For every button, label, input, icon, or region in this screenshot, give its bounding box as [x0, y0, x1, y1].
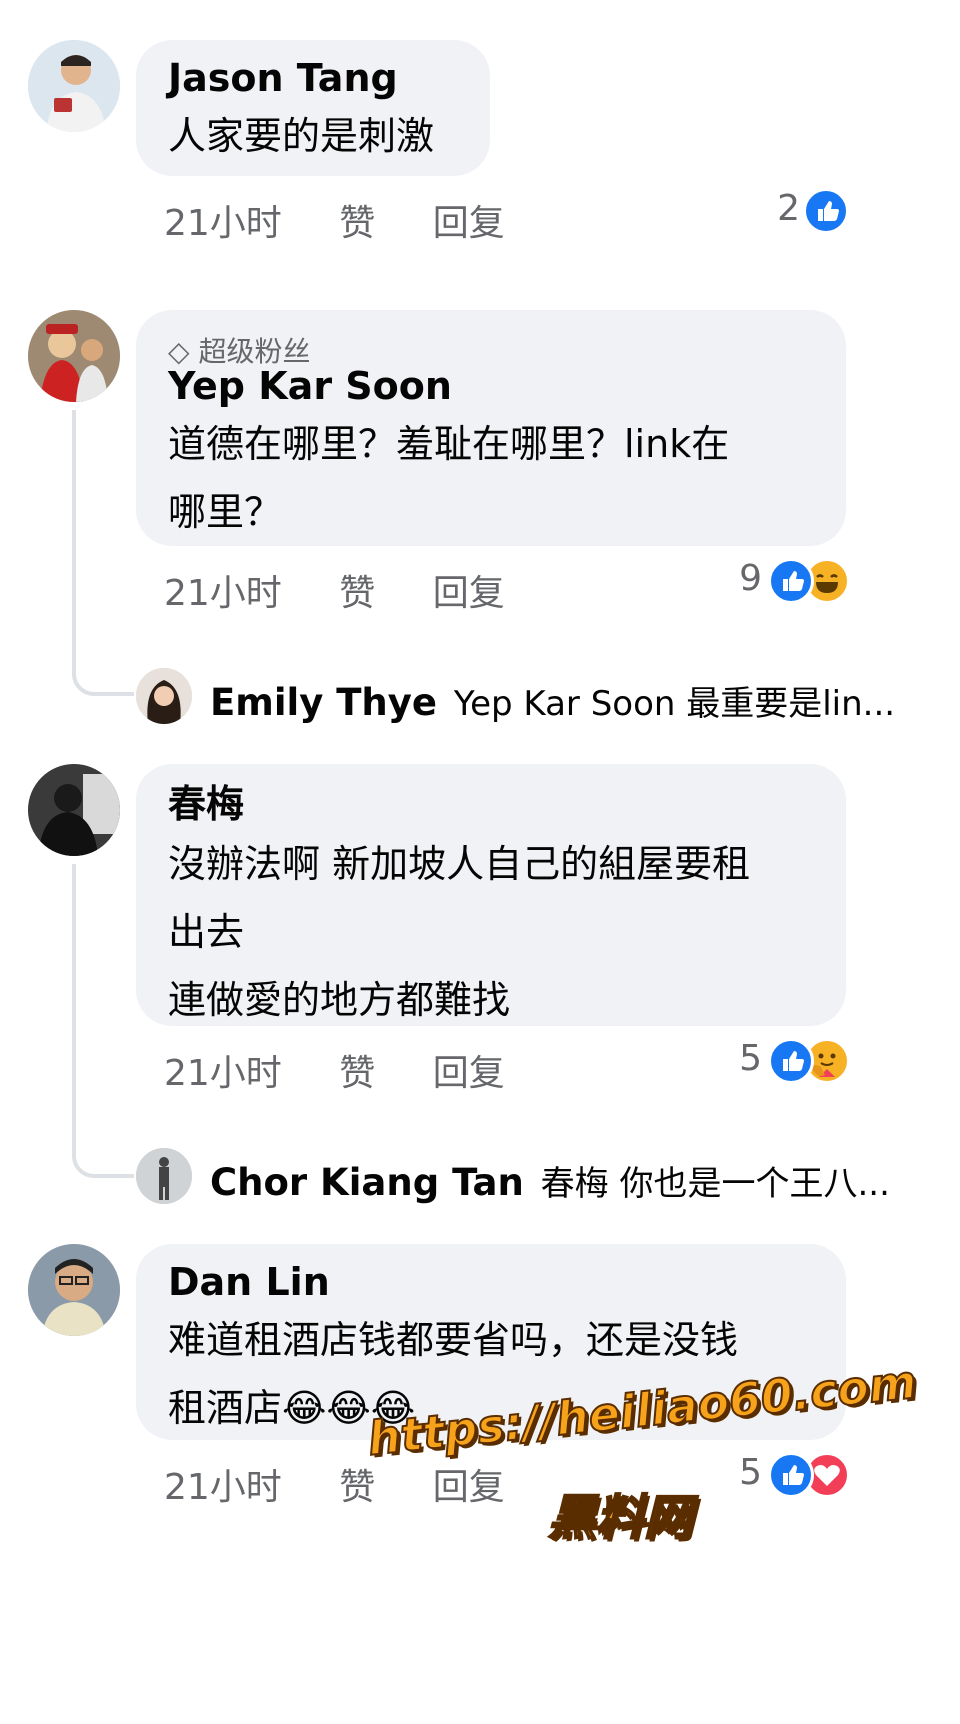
- thread-connector: [72, 410, 134, 696]
- avatar[interactable]: [28, 764, 120, 856]
- comment-actions: 21小时 赞 回复: [164, 194, 505, 246]
- comment-text: 沒辦法啊 新加坡人自己的組屋要租 出去 連做愛的地方都難找: [168, 842, 751, 1022]
- commenter-name[interactable]: 春梅: [168, 780, 244, 828]
- timestamp[interactable]: 21小时: [164, 1458, 282, 1510]
- like-reaction-icon: [768, 558, 814, 604]
- comment-text: 人家要的是刺激: [168, 114, 435, 158]
- watermark-site-name: 黑料网: [547, 1489, 693, 1547]
- like-button[interactable]: 赞: [339, 194, 375, 246]
- timestamp[interactable]: 21小时: [164, 1044, 282, 1096]
- commenter-name[interactable]: Dan Lin: [168, 1258, 330, 1306]
- reaction-count[interactable]: 5: [722, 1452, 762, 1493]
- avatar[interactable]: [28, 310, 120, 402]
- comment-actions: 21小时 赞 回复: [164, 564, 505, 616]
- reaction-count[interactable]: 5: [722, 1038, 762, 1079]
- like-reaction-icon: [768, 1038, 814, 1084]
- avatar[interactable]: [136, 1148, 192, 1204]
- avatar[interactable]: [28, 40, 120, 132]
- timestamp[interactable]: 21小时: [164, 194, 282, 246]
- avatar[interactable]: [136, 668, 192, 724]
- comment-actions: 21小时 赞 回复: [164, 1458, 505, 1510]
- reaction-count[interactable]: 2: [760, 188, 800, 229]
- reply-preview[interactable]: Emily Thye Yep Kar Soon 最重要是lin...: [210, 676, 895, 725]
- reply-author[interactable]: Emily Thye: [210, 681, 437, 724]
- comment-bubble: Jason Tang 人家要的是刺激: [136, 40, 490, 176]
- comment-text: 道德在哪里？羞耻在哪里？link在 哪里？: [168, 422, 730, 534]
- comment-actions: 21小时 赞 回复: [164, 1044, 505, 1096]
- commenter-name[interactable]: Jason Tang: [168, 54, 398, 102]
- timestamp[interactable]: 21小时: [164, 564, 282, 616]
- like-reaction-icon: [768, 1452, 814, 1498]
- commenter-name[interactable]: Yep Kar Soon: [168, 362, 452, 410]
- comment-bubble: 春梅 沒辦法啊 新加坡人自己的組屋要租 出去 連做愛的地方都難找: [136, 764, 846, 1026]
- thread-connector: [72, 864, 134, 1178]
- comment-bubble: ◇ 超级粉丝 Yep Kar Soon 道德在哪里？羞耻在哪里？link在 哪里…: [136, 310, 846, 546]
- reply-button[interactable]: 回复: [433, 564, 505, 616]
- reply-preview[interactable]: Chor Kiang Tan 春梅 你也是一个王八...: [210, 1156, 890, 1205]
- reply-button[interactable]: 回复: [433, 194, 505, 246]
- reply-author[interactable]: Chor Kiang Tan: [210, 1161, 524, 1204]
- reply-snippet: 春梅 你也是一个王八...: [540, 1164, 890, 1204]
- reply-button[interactable]: 回复: [433, 1458, 505, 1510]
- reply-snippet: Yep Kar Soon 最重要是lin...: [453, 684, 896, 724]
- reaction-count[interactable]: 9: [722, 558, 762, 599]
- reply-button[interactable]: 回复: [433, 1044, 505, 1096]
- like-button[interactable]: 赞: [339, 1044, 375, 1096]
- like-button[interactable]: 赞: [339, 564, 375, 616]
- avatar[interactable]: [28, 1244, 120, 1336]
- like-reaction-icon: [803, 188, 849, 234]
